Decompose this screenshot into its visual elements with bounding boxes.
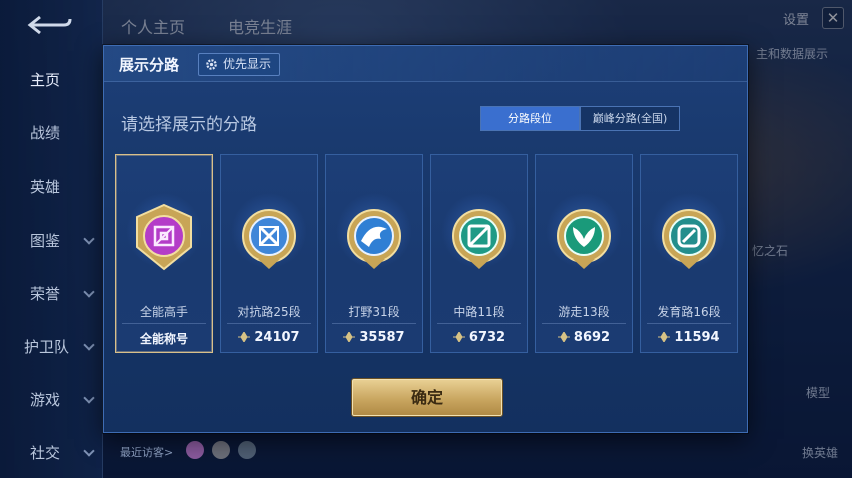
divider — [122, 323, 206, 324]
sidebar-item-label: 图鉴 — [30, 231, 61, 250]
divider — [647, 323, 731, 324]
lane-name: 游走13段 — [558, 305, 610, 319]
sidebar-item-games[interactable]: 游戏 — [0, 384, 103, 414]
sidebar-item-label: 护卫队 — [24, 337, 70, 356]
lane-card-farm[interactable]: 发育路16段 11594 — [640, 154, 738, 353]
sidebar-item-gallery[interactable]: 图鉴 — [0, 225, 103, 255]
sidebar-item-guard[interactable]: 护卫队 — [0, 331, 103, 361]
avatar[interactable] — [212, 441, 230, 459]
divider — [437, 323, 521, 324]
lane-score-value: 11594 — [674, 330, 720, 345]
lane-score: 8692 — [536, 330, 632, 345]
lane-score: 11594 — [641, 330, 737, 345]
roam-emblem-icon — [557, 209, 611, 269]
mid-lane-emblem-icon — [452, 209, 506, 269]
lane-score: 24107 — [221, 330, 317, 345]
divider — [227, 323, 311, 324]
chevron-down-icon — [83, 286, 95, 298]
leaf-icon — [343, 332, 356, 342]
avatar[interactable] — [238, 441, 256, 459]
priority-display-button[interactable]: 优先显示 — [198, 53, 281, 76]
clash-lane-emblem-icon — [242, 209, 296, 269]
tab-lane-rank[interactable]: 分路段位 — [480, 106, 580, 131]
sidebar-item-social[interactable]: 社交 — [0, 437, 103, 467]
lane-score: 35587 — [326, 330, 422, 345]
dialog-subtitle: 请选择展示的分路 — [121, 115, 257, 135]
lane-score-value: 8692 — [573, 330, 611, 345]
confirm-button[interactable]: 确定 — [352, 379, 502, 416]
lane-name: 对抗路25段 — [237, 305, 301, 319]
divider — [542, 323, 626, 324]
leaf-icon — [238, 332, 251, 342]
priority-display-label: 优先显示 — [223, 57, 272, 71]
lane-name: 中路11段 — [453, 305, 505, 319]
lane-score-value: 35587 — [359, 330, 405, 345]
sidebar: 主页 战绩 英雄 图鉴 荣誉 护卫队 游戏 社交 — [0, 0, 103, 478]
chevron-down-icon — [83, 392, 95, 404]
lane-card-jungle[interactable]: 打野31段 35587 — [325, 154, 423, 353]
divider — [332, 323, 416, 324]
sidebar-item-label: 英雄 — [30, 177, 61, 196]
gear-icon — [206, 59, 217, 70]
jungle-emblem-icon — [347, 209, 401, 269]
sidebar-item-label: 战绩 — [30, 123, 61, 142]
lane-card-all-round[interactable]: 全能高手 全能称号 — [115, 154, 213, 353]
lane-score-value: 24107 — [254, 330, 300, 345]
lane-name: 发育路16段 — [657, 305, 721, 319]
sidebar-item-heroes[interactable]: 英雄 — [0, 171, 103, 201]
lane-name: 全能高手 — [139, 305, 188, 319]
dialog-header: 展示分路 优先显示 — [104, 46, 747, 82]
lane-card-clash[interactable]: 对抗路25段 24107 — [220, 154, 318, 353]
recent-visitors-label[interactable]: 最近访客> — [120, 444, 173, 460]
chevron-down-icon — [83, 339, 95, 351]
lane-card-roam[interactable]: 游走13段 8692 — [535, 154, 633, 353]
chevron-down-icon — [83, 445, 95, 457]
chevron-down-icon — [83, 233, 95, 245]
sidebar-item-honor[interactable]: 荣誉 — [0, 278, 103, 308]
sidebar-item-home[interactable]: 主页 — [0, 64, 103, 94]
avatar[interactable] — [186, 441, 204, 459]
leaf-icon — [452, 332, 465, 342]
sidebar-item-record[interactable]: 战绩 — [0, 117, 103, 147]
dialog-title: 展示分路 — [119, 56, 180, 74]
sidebar-item-label: 荣誉 — [30, 284, 61, 303]
leaf-icon — [658, 332, 671, 342]
sidebar-item-label: 社交 — [30, 443, 61, 462]
all-round-emblem-icon — [136, 203, 192, 271]
lane-title-badge: 全能称号 — [139, 332, 188, 346]
leaf-icon — [557, 332, 570, 342]
sidebar-item-label: 主页 — [30, 70, 61, 89]
lane-display-dialog: 展示分路 优先显示 请选择展示的分路 分路段位 巅峰分路(全国) 全能高手 全能… — [103, 45, 748, 433]
lane-card-mid[interactable]: 中路11段 6732 — [430, 154, 528, 353]
tab-peak-lane-national[interactable]: 巅峰分路(全国) — [580, 106, 680, 131]
sidebar-item-label: 游戏 — [30, 390, 61, 409]
lane-name: 打野31段 — [348, 305, 400, 319]
lane-score-value: 6732 — [468, 330, 506, 345]
farm-lane-emblem-icon — [662, 209, 716, 269]
back-arrow-icon[interactable] — [26, 14, 72, 36]
lane-score: 6732 — [431, 330, 527, 345]
